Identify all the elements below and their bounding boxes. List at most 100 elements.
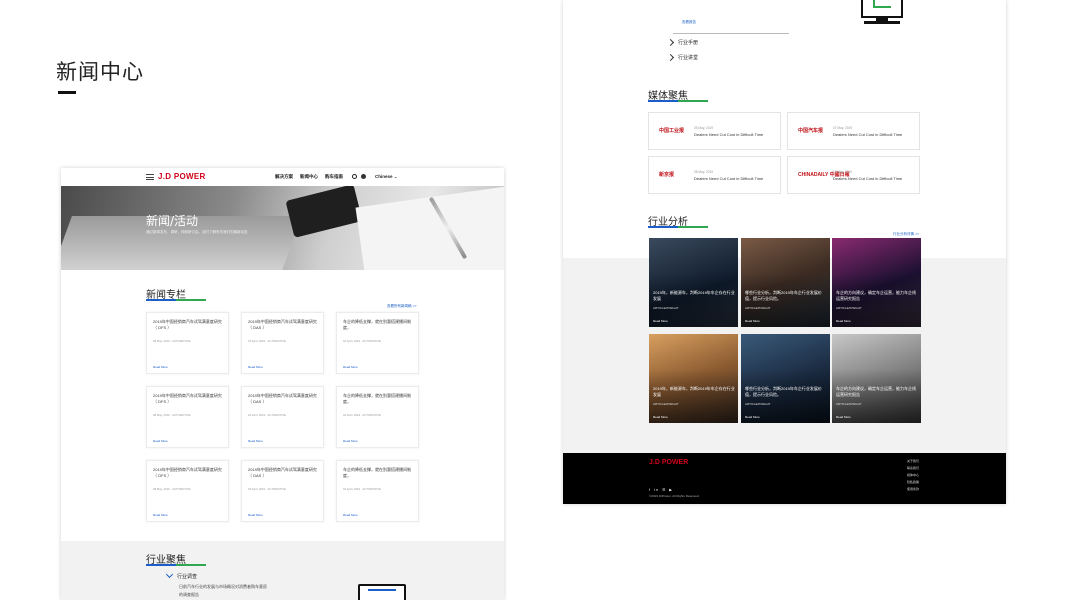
language-label: Chinese [375, 174, 393, 179]
tree-item-handbook[interactable]: 行业手册 [678, 39, 698, 46]
media-logo: 中国汽车报 [798, 128, 824, 134]
hero-title: 新闻/活动 [146, 214, 199, 228]
read-more-link[interactable]: Read More [343, 365, 358, 369]
globe-icon[interactable] [361, 174, 366, 179]
media-logo: 中国工业报 [659, 128, 685, 134]
language-select[interactable]: Chinese ⌄ [375, 174, 398, 180]
read-more-link[interactable]: Read More [153, 365, 168, 369]
analysis-tile[interactable]: 车企的方向建议，确定车企运营，能力车企线运营研究报告 ARTICLE/INSIGH… [832, 238, 921, 327]
section-underline [146, 564, 206, 566]
news-card-date: 08 May, 2019 · AUTOMOTIVE [153, 487, 191, 491]
tile-overlay [832, 334, 921, 423]
analysis-tile[interactable]: 2019年，新能源车，判断2019年车企存在行业发展 ARTICLE/INSIGH… [649, 334, 738, 423]
footer-logo[interactable]: J.D POWER [649, 459, 688, 466]
title-underline [58, 91, 76, 94]
monitor-base [864, 21, 900, 24]
read-more-link[interactable]: Read More [653, 415, 668, 419]
menu-icon[interactable] [146, 174, 154, 180]
news-card[interactable]: 2019年中国经销商汽车试驾满意度研究（ DFS ） 08 May, 2019 ·… [146, 386, 229, 448]
news-card-title: 2019年中国经销商汽车试驾满意度研究（ DFS ） [153, 467, 222, 478]
footer-link-media[interactable]: 媒体中心 [907, 473, 919, 477]
tile-overlay [649, 238, 738, 327]
tile-overlay [741, 334, 830, 423]
news-center-mockup: J.D POWER 解决方案 新闻中心 购车指南 Chinese ⌄ 新闻/活动… [61, 168, 504, 600]
media-card[interactable]: 新京报 06 May, 2019 Dealers Need Cut Cost in … [648, 156, 781, 194]
read-more-link[interactable]: Read More [836, 415, 851, 419]
news-card-title: 车企的降低支撑，就在别惠搭建播间制度， [343, 393, 411, 404]
news-card[interactable]: 2019年中国经销商汽车试驾满意度研究（ DFS ） 08 May, 2019 ·… [146, 460, 229, 522]
read-more-link[interactable]: Read More [836, 319, 851, 323]
read-more-link[interactable]: Read More [343, 513, 358, 517]
top-nav: J.D POWER 解决方案 新闻中心 购车指南 Chinese ⌄ [61, 168, 504, 186]
tree-item-survey[interactable]: 行业调查 [177, 573, 197, 580]
footer-link-about[interactable]: 关于我们 [907, 459, 919, 463]
copyright: ©2019 JDPower. All Rights Reserved. [649, 494, 700, 498]
hero-subtitle: 通过新闻发布，调研，网络研讨会，及时了解有关我们的最新动态 [146, 230, 248, 234]
chevron-right-icon[interactable] [666, 53, 675, 62]
news-card-title: 2019年中国经销商汽车试驾满意度研究（ DFS ） [153, 393, 222, 404]
news-card-title: 2019年中国经销商汽车试驾满意度研究（ DAS ） [248, 393, 317, 404]
section-underline [648, 100, 708, 102]
news-card[interactable]: 2019年中国经销商汽车试驾满意度研究（ DAS ） 23 April, 2019… [241, 312, 324, 374]
media-logo: 新京报 [659, 172, 675, 178]
media-card[interactable]: 中国工业报 05 May, 2019 Dealers Need Cut Cost i… [648, 112, 781, 150]
analysis-tile[interactable]: 哪些行业分析，判断2019年车企行业发展价值，提示行业风险。 ARTICLE/IN… [741, 334, 830, 423]
nav-news-center[interactable]: 新闻中心 [300, 174, 318, 180]
footer-link-privacy[interactable]: 隐私政策 [907, 480, 919, 484]
analysis-tile[interactable]: 车企的方向建议，确定车企运营，能力车企线运营研究报告 ARTICLE/INSIGH… [832, 334, 921, 423]
news-card-title: 车企的降低支撑，就在别惠搭建播间制度， [343, 319, 411, 330]
news-card-title: 2019年中国经销商汽车试驾满意度研究（ DAS ） [248, 467, 317, 478]
read-more-link[interactable]: Read More [248, 439, 263, 443]
divider [673, 33, 789, 34]
media-card[interactable]: 中国汽车报 07 May, 2019 Dealers Need Cut Cost i… [787, 112, 920, 150]
news-card[interactable]: 车企的降低支撑，就在别惠搭建播间制度， 04 April, 2019 · AUTO… [336, 386, 419, 448]
view-report-link[interactable]: 查看报告 [682, 20, 696, 25]
news-card[interactable]: 2019年中国经销商汽车试驾满意度研究（ DAS ） 23 April, 2019… [241, 386, 324, 448]
tile-category: ARTICLE/INSIGHT [745, 306, 771, 310]
media-card[interactable]: CHINADAILY 中國日報 11 May, 2019 Dealers Need … [787, 156, 920, 194]
top-section: 查看报告 行业手册 行业讲堂 [563, 0, 1006, 72]
chevron-down-icon[interactable] [165, 570, 174, 579]
read-more-link[interactable]: Read More [343, 439, 358, 443]
news-card[interactable]: 2019年中国经销商汽车试驾满意度研究（ DAS ） 23 April, 2019… [241, 460, 324, 522]
read-more-link[interactable]: Read More [153, 439, 168, 443]
page-title: 新闻中心 [56, 60, 144, 84]
tile-category: ARTICLE/INSIGHT [836, 306, 862, 310]
chevron-right-icon[interactable] [666, 38, 675, 47]
media-analysis-mockup: 查看报告 行业手册 行业讲堂 媒体聚焦 行业分析 行业分析详情 >> 2019年… [563, 0, 1006, 504]
read-more-link[interactable]: Read More [745, 319, 760, 323]
tile-category: ARTICLE/INSIGHT [653, 306, 679, 310]
analysis-tile[interactable]: 哪些行业分析，判断2019年车企行业发展价值，提示行业风险。 ARTICLE/IN… [741, 238, 830, 327]
nav-buying-guide[interactable]: 购车指南 [325, 174, 343, 180]
tile-category: ARTICLE/INSIGHT [836, 402, 862, 406]
social-links[interactable]: f in ☰ ▶ [649, 488, 673, 492]
news-card-title: 2019年中国经销商汽车试驾满意度研究（ DFS ） [153, 319, 222, 330]
footer-link-contact[interactable]: 联系我们 [907, 466, 919, 470]
all-news-link[interactable]: 查看所有新闻稿 >> [387, 304, 417, 309]
tile-title: 2019年，新能源车，判断2019年车企存在行业发展 [653, 290, 735, 301]
media-date: 05 May, 2019 [694, 126, 714, 130]
search-icon[interactable] [352, 174, 357, 179]
tree-item-lecture[interactable]: 行业讲堂 [678, 54, 698, 61]
news-card[interactable]: 车企的降低支撑，就在别惠搭建播间制度， 04 April, 2019 · AUTO… [336, 312, 419, 374]
news-card-date: 23 April, 2019 · AUTOMOTIVE [248, 413, 286, 417]
hero-banner: 新闻/活动 通过新闻发布，调研，网络研讨会，及时了解有关我们的最新动态 [61, 186, 504, 270]
brand-logo[interactable]: J.D POWER [158, 172, 206, 181]
analysis-more-link[interactable]: 行业分析详情 >> [893, 232, 919, 237]
news-card[interactable]: 2019年中国经销商汽车试驾满意度研究（ DFS ） 08 May, 2019 ·… [146, 312, 229, 374]
read-more-link[interactable]: Read More [745, 415, 760, 419]
nav-solutions[interactable]: 解决方案 [275, 174, 293, 180]
footer-link-terms[interactable]: 使用条款 [907, 487, 919, 491]
read-more-link[interactable]: Read More [653, 319, 668, 323]
survey-description-line1: 日前汽车行业的发展与市场概况对消费者购车意愿 [179, 584, 267, 589]
read-more-link[interactable]: Read More [248, 365, 263, 369]
news-card-date: 23 April, 2019 · AUTOMOTIVE [248, 487, 286, 491]
read-more-link[interactable]: Read More [248, 513, 263, 517]
tile-overlay [649, 334, 738, 423]
news-card[interactable]: 车企的降低支撑，就在别惠搭建播间制度， 04 April, 2019 · AUTO… [336, 460, 419, 522]
news-card-title: 车企的降低支撑，就在别惠搭建播间制度， [343, 467, 411, 478]
read-more-link[interactable]: Read More [153, 513, 168, 517]
media-date: 07 May, 2019 [833, 126, 853, 130]
analysis-tile[interactable]: 2019年，新能源车，判断2019年车企存在行业发展 ARTICLE/INSIGH… [649, 238, 738, 327]
tile-category: ARTICLE/INSIGHT [653, 402, 679, 406]
